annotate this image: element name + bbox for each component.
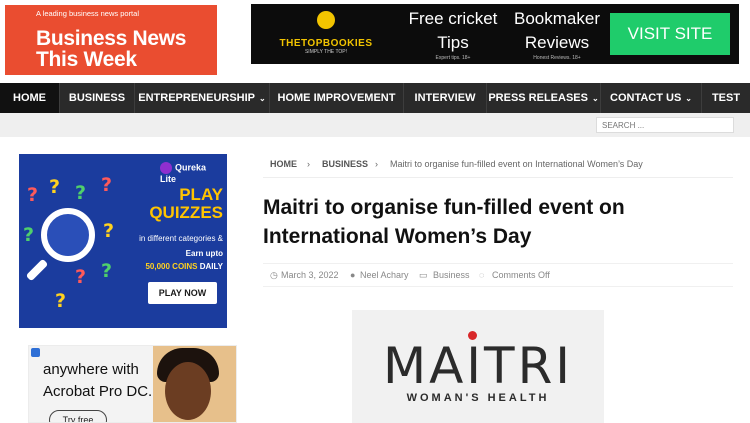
try-free-button[interactable]: Try free xyxy=(49,410,107,422)
quiz-badge: Qureka Lite xyxy=(160,162,220,184)
article-title: Maitri to organise fun-filled event on I… xyxy=(263,196,625,248)
nav-label: HOME xyxy=(13,92,46,104)
main-nav: HOME BUSINESS ENTREPRENEURSHIP ⌄ HOME IMP… xyxy=(0,83,750,113)
acrobat-ad-line2: Acrobat Pro DC. xyxy=(43,383,153,400)
question-mark-icon: ? xyxy=(101,174,113,196)
acrobat-ad[interactable]: ⓘ ✕ anywhere with Acrobat Pro DC. Try fr… xyxy=(28,345,237,423)
site-name-line2: This Week xyxy=(36,48,137,71)
article-comments: Comments Off xyxy=(492,270,550,280)
question-mark-icon: ? xyxy=(75,266,87,288)
nav-label: INTERVIEW xyxy=(414,92,476,104)
quiz-headline: PLAY QUIZZES xyxy=(139,186,223,222)
question-mark-icon: ? xyxy=(27,184,39,206)
play-now-button[interactable]: PLAY NOW xyxy=(148,282,217,304)
ad-caption-line: Bookmaker xyxy=(514,9,600,28)
article-date: March 3, 2022 xyxy=(281,270,339,280)
quiz-categories: in different categories & xyxy=(139,234,223,243)
nav-label: BUSINESS xyxy=(68,92,126,104)
ad-caption-cricket: Free cricket Tips Expert tips. 18+ xyxy=(403,7,503,61)
question-mark-icon: ? xyxy=(101,260,113,282)
quiz-earn-prefix: Earn upto xyxy=(185,249,223,258)
question-mark-icon: ? xyxy=(75,182,87,204)
ad-brand-tagline: SIMPLY THE TOP! xyxy=(304,49,348,55)
magnifier-icon xyxy=(41,208,95,262)
nav-item-press-releases[interactable]: PRESS RELEASES ⌄ xyxy=(487,83,601,113)
visit-site-button[interactable]: VISIT SITE xyxy=(610,13,730,55)
breadcrumb-separator-icon: › xyxy=(307,159,310,169)
breadcrumb-separator-icon: › xyxy=(375,159,378,169)
breadcrumb-current: Maitri to organise fun-filled event on I… xyxy=(390,159,643,169)
ad-brand: THETOPBOOKIES SIMPLY THE TOP! xyxy=(257,9,395,61)
nav-item-interview[interactable]: INTERVIEW xyxy=(404,83,487,113)
site-tagline: A leading business news portal xyxy=(36,9,139,18)
quiz-headline-line: QUIZZES xyxy=(149,203,223,222)
article-author[interactable]: Neel Achary xyxy=(360,270,409,280)
ad-fineprint: Expert tips. 18+ xyxy=(435,55,471,61)
ad-photo-face xyxy=(165,362,211,420)
qureka-logo-icon xyxy=(160,162,172,174)
chevron-down-icon: ⌄ xyxy=(591,94,599,103)
featured-wordmark: MAITRI xyxy=(382,337,574,395)
nav-item-home[interactable]: HOME xyxy=(0,83,60,113)
ad-caption-line: Free cricket xyxy=(408,9,498,28)
nav-label: TEST xyxy=(711,92,741,104)
search-input[interactable] xyxy=(596,117,734,133)
breadcrumb-business[interactable]: BUSINESS xyxy=(322,159,368,169)
quiz-earn-amount: 50,000 COINS xyxy=(145,262,198,271)
nav-item-home-improvement[interactable]: HOME IMPROVEMENT xyxy=(270,83,404,113)
question-mark-icon: ? xyxy=(23,224,35,246)
breadcrumb-home[interactable]: HOME xyxy=(270,159,297,169)
quiz-ad[interactable]: Qureka Lite ? ? ? ? ? ? ? ? ? PLAY QUIZZ… xyxy=(19,154,227,328)
chevron-down-icon: ⌄ xyxy=(685,94,692,103)
breadcrumb: HOME › BUSINESS › Maitri to organise fun… xyxy=(263,155,733,178)
clock-icon: ◷ xyxy=(270,270,278,280)
question-mark-icon: ? xyxy=(55,290,67,312)
magnifier-handle-icon xyxy=(25,258,49,282)
nav-label: PRESS RELEASES xyxy=(488,92,588,104)
article-meta: ◷ March 3, 2022 ● Neel Achary ▭ Business… xyxy=(263,263,733,287)
author-icon: ● xyxy=(350,270,356,280)
nav-item-entrepreneurship[interactable]: ENTREPRENEURSHIP ⌄ xyxy=(135,83,270,113)
featured-subline: WOMAN'S HEALTH xyxy=(406,392,550,404)
article-category[interactable]: Business xyxy=(433,270,470,280)
nav-label: ENTREPRENEURSHIP xyxy=(138,92,256,104)
acrobat-ad-line1: anywhere with xyxy=(43,361,139,378)
ad-caption-line: Reviews xyxy=(524,33,590,52)
ad-brand-name: THETOPBOOKIES xyxy=(279,38,373,49)
question-mark-icon: ? xyxy=(49,176,61,198)
question-mark-icon: ? xyxy=(103,220,115,242)
site-name-line1: Business News xyxy=(36,27,187,50)
site-logo[interactable]: A leading business news portal Business … xyxy=(5,5,217,75)
folder-icon: ▭ xyxy=(419,270,428,280)
featured-image: MAITRI WOMAN'S HEALTH xyxy=(352,310,604,423)
top-banner-ad[interactable]: THETOPBOOKIES SIMPLY THE TOP! Free crick… xyxy=(251,4,739,64)
ad-fineprint: Honest Reviews. 18+ xyxy=(533,55,581,61)
quiz-earn-suffix: DAILY xyxy=(199,262,223,271)
cricket-ball-icon xyxy=(317,11,335,29)
comment-icon: ◌ xyxy=(479,270,485,280)
ad-caption-line: Tips xyxy=(437,33,469,52)
nav-item-contact-us[interactable]: CONTACT US ⌄ xyxy=(601,83,702,113)
nav-item-test[interactable]: TEST xyxy=(702,83,750,113)
nav-item-business[interactable]: BUSINESS xyxy=(60,83,135,113)
nav-label: CONTACT US xyxy=(610,92,682,104)
adchoices-icon[interactable] xyxy=(31,348,40,357)
ad-caption-bookmaker: Bookmaker Reviews Honest Reviews. 18+ xyxy=(506,7,608,61)
nav-label: HOME IMPROVEMENT xyxy=(277,92,396,104)
quiz-earn: Earn upto 50,000 COINS DAILY xyxy=(121,247,223,273)
quiz-headline-line: PLAY xyxy=(179,185,223,204)
chevron-down-icon: ⌄ xyxy=(259,94,266,103)
